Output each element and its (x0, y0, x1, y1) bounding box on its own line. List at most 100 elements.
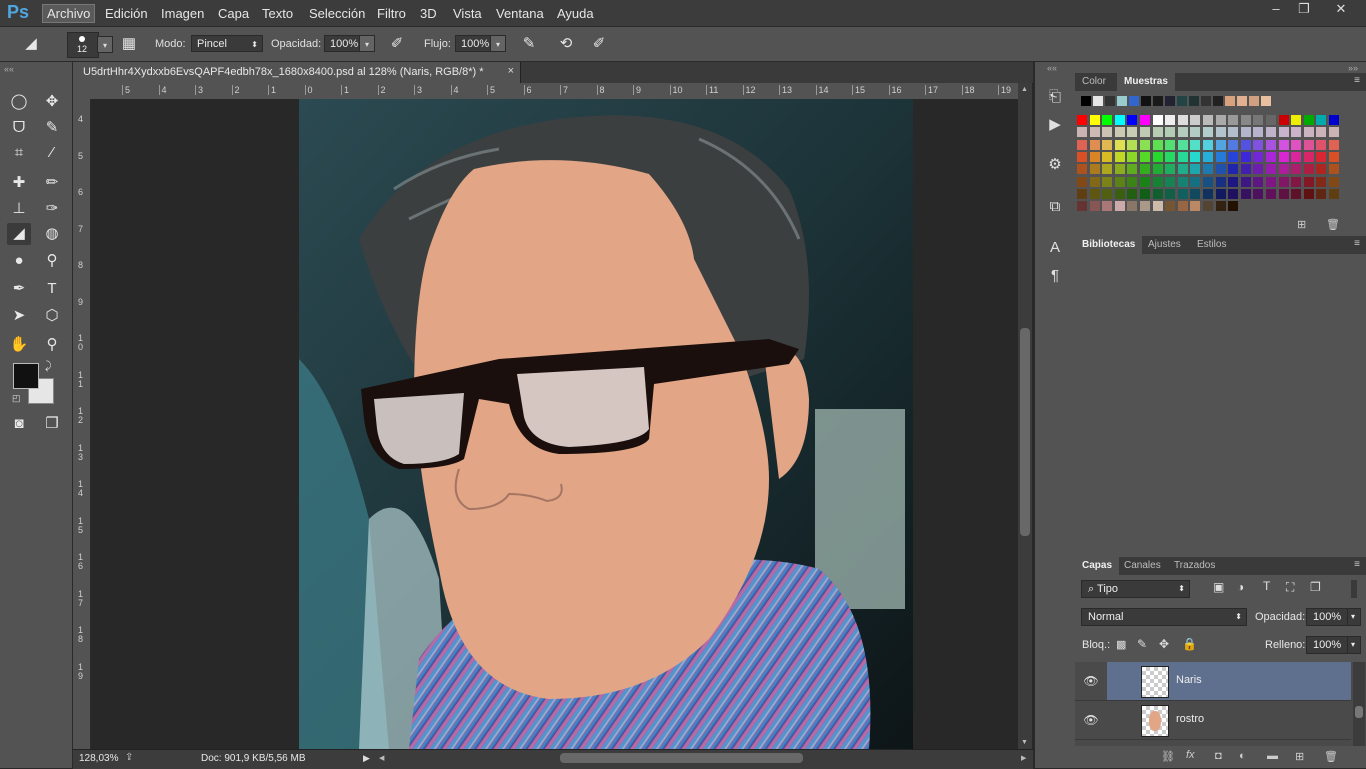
paragraph-panel-icon[interactable]: ¶ (1043, 264, 1067, 288)
menu-archivo[interactable]: Archivo (42, 4, 96, 23)
color-swatch[interactable] (1303, 164, 1314, 175)
color-swatch[interactable] (1316, 188, 1327, 199)
color-swatch[interactable] (1127, 127, 1138, 138)
color-swatch[interactable] (1261, 96, 1271, 106)
tool-presets-icon[interactable]: ⚙ (1043, 153, 1067, 177)
color-swatch[interactable] (1215, 151, 1226, 162)
color-swatch[interactable] (1127, 188, 1138, 199)
paint-bucket-icon[interactable]: ◍ (40, 223, 64, 245)
scroll-up-icon[interactable]: ▲ (1021, 86, 1028, 93)
color-swatch[interactable] (1190, 164, 1201, 175)
color-swatch[interactable] (1329, 188, 1339, 199)
color-swatch[interactable] (1177, 188, 1188, 199)
color-swatch[interactable] (1114, 115, 1125, 125)
flow-dropdown[interactable]: ▾ (490, 35, 506, 52)
color-swatch[interactable] (1253, 127, 1264, 138)
color-swatch[interactable] (1077, 115, 1087, 125)
color-swatch[interactable] (1253, 139, 1264, 150)
color-swatch[interactable] (1316, 139, 1327, 150)
link-layers-icon[interactable]: ⛓ (1161, 750, 1175, 763)
close-window-button[interactable]: ✕ (1324, 1, 1358, 19)
color-swatch[interactable] (1140, 188, 1150, 199)
filter-type-icon[interactable]: T (1263, 579, 1270, 593)
color-swatch[interactable] (1165, 127, 1176, 138)
opacity-input[interactable]: 100% (324, 35, 360, 52)
type-tool-icon[interactable]: T (40, 278, 64, 300)
color-swatch[interactable] (1177, 151, 1188, 162)
color-swatch[interactable] (1303, 139, 1314, 150)
history-brush-icon[interactable]: ✑ (40, 198, 64, 220)
color-swatch[interactable] (1329, 115, 1339, 125)
color-swatch[interactable] (1215, 201, 1226, 212)
tab-capas[interactable]: Capas (1075, 557, 1120, 575)
eyedropper-icon[interactable]: ⁄ (40, 142, 64, 164)
move-tool-icon[interactable]: ✥ (40, 91, 64, 113)
zoom-tool-icon[interactable]: ⚲ (40, 334, 64, 356)
color-swatch[interactable] (1089, 127, 1100, 138)
tab-trazados[interactable]: Trazados (1167, 557, 1222, 575)
brush-preset-picker[interactable]: 12 (67, 32, 99, 58)
mode-select[interactable]: Pincel ⬍ (191, 35, 263, 52)
color-swatch[interactable] (1152, 164, 1163, 175)
pressure-opacity-icon[interactable]: ✐ (386, 33, 408, 55)
quick-mask-icon[interactable]: ◙ (7, 413, 31, 435)
color-swatch[interactable] (1228, 188, 1239, 199)
color-swatch[interactable] (1266, 188, 1276, 199)
eraser-preset-icon[interactable]: ◢ (20, 33, 42, 55)
clone-stamp-icon[interactable]: ⊥ (7, 198, 31, 220)
color-swatch[interactable] (1102, 188, 1113, 199)
color-swatch[interactable] (1105, 96, 1115, 106)
color-swatch[interactable] (1077, 164, 1087, 175)
add-mask-icon[interactable]: ◘ (1215, 750, 1222, 762)
color-swatch[interactable] (1278, 139, 1289, 150)
color-swatch[interactable] (1190, 201, 1201, 212)
color-swatch[interactable] (1117, 96, 1127, 106)
color-swatch[interactable] (1114, 201, 1125, 212)
panel-menu-icon[interactable]: ≡ (1354, 559, 1360, 570)
pressure-size-icon[interactable]: ✐ (588, 33, 610, 55)
layers-scrollbar[interactable] (1353, 662, 1365, 746)
color-swatch[interactable] (1278, 127, 1289, 138)
color-swatch[interactable] (1102, 164, 1113, 175)
layer-style-icon[interactable]: fx (1186, 749, 1195, 761)
color-swatch[interactable] (1291, 115, 1302, 125)
document-canvas[interactable] (299, 99, 913, 749)
menu-imagen[interactable]: Imagen (157, 5, 208, 22)
color-swatch[interactable] (1177, 96, 1187, 106)
panel-menu-icon[interactable]: ≡ (1354, 238, 1360, 249)
color-swatch[interactable] (1228, 164, 1239, 175)
color-swatch[interactable] (1278, 176, 1289, 187)
erase-history-icon[interactable]: ⟲ (555, 33, 577, 55)
color-swatch[interactable] (1303, 151, 1314, 162)
color-swatch[interactable] (1177, 201, 1188, 212)
layer-thumbnail[interactable] (1141, 705, 1169, 737)
lock-transparency-icon[interactable]: ▩ (1116, 638, 1126, 651)
color-swatch[interactable] (1201, 96, 1211, 106)
color-swatch[interactable] (1177, 115, 1188, 125)
color-swatch[interactable] (1203, 201, 1213, 212)
collapse-toolbar-icon[interactable]: «« (4, 64, 14, 74)
color-swatch[interactable] (1203, 151, 1213, 162)
layer-opacity-dropdown[interactable]: ▾ (1347, 608, 1361, 626)
color-swatch[interactable] (1190, 188, 1201, 199)
color-swatch[interactable] (1140, 115, 1150, 125)
color-swatch[interactable] (1089, 201, 1100, 212)
color-swatch[interactable] (1278, 188, 1289, 199)
menu-vista[interactable]: Vista (449, 5, 486, 22)
lock-all-icon[interactable]: 🔒 (1182, 637, 1197, 651)
layer-row[interactable]: 👁 rostro (1075, 701, 1351, 740)
menu-capa[interactable]: Capa (214, 5, 253, 22)
color-swatch[interactable] (1102, 115, 1113, 125)
brush-panel-icon[interactable]: ▦ (118, 33, 140, 55)
color-swatch[interactable] (1240, 188, 1251, 199)
color-swatch[interactable] (1240, 151, 1251, 162)
menu-ayuda[interactable]: Ayuda (553, 5, 598, 22)
filter-adjustment-icon[interactable]: ◑ (1237, 580, 1244, 594)
color-swatch[interactable] (1077, 188, 1087, 199)
pen-tool-icon[interactable]: ✒ (7, 278, 31, 300)
tab-bibliotecas[interactable]: Bibliotecas (1075, 236, 1143, 254)
color-swatch[interactable] (1203, 115, 1213, 125)
tab-ajustes[interactable]: Ajustes (1141, 236, 1188, 254)
path-selection-icon[interactable]: ➤ (7, 305, 31, 327)
swap-colors-icon[interactable]: ⤸ (45, 360, 52, 373)
